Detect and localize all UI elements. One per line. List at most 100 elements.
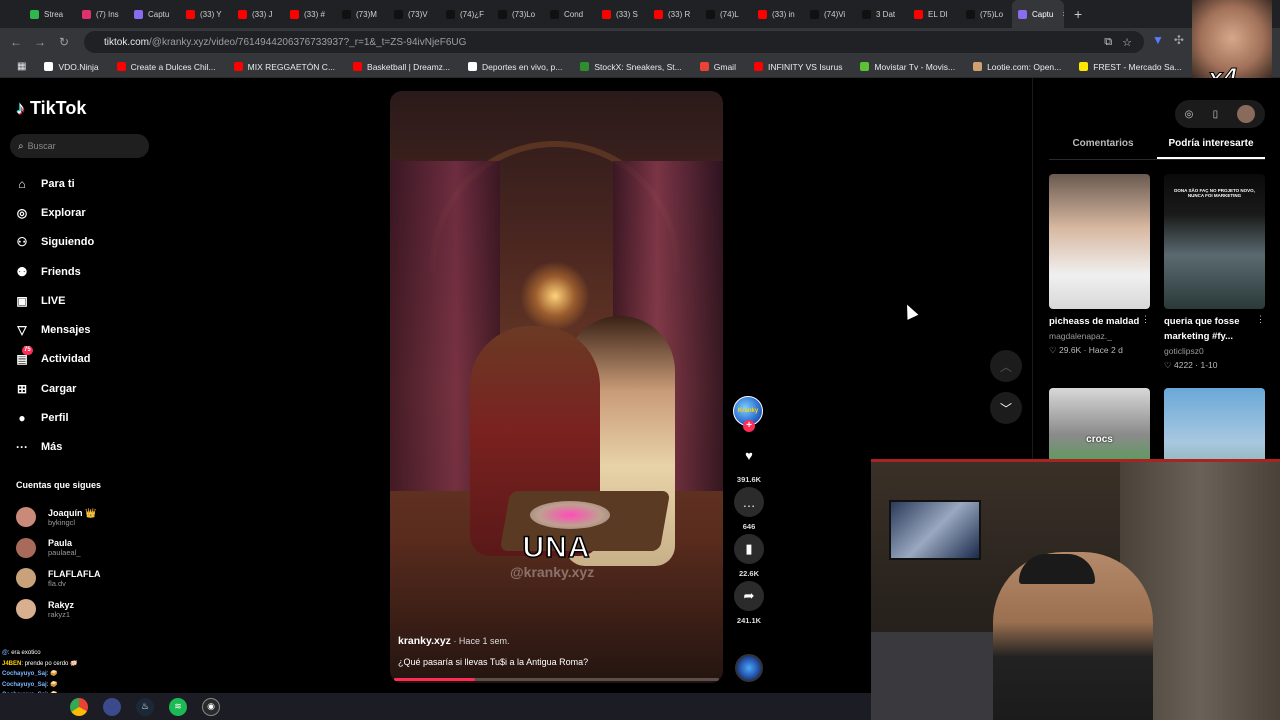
forward-icon[interactable]: → [28, 35, 52, 49]
bookmark-label: Basketball | Dreamz... [367, 61, 451, 72]
nav-item-live[interactable]: ▣ LIVE [14, 286, 94, 315]
browser-tab[interactable]: (74)L [700, 0, 752, 28]
bookmark-item[interactable]: Basketball | Dreamz... [344, 62, 459, 72]
nav-item-perfil[interactable]: ● Perfil [14, 403, 94, 432]
bookmark-item[interactable]: Lootie.com: Open... [964, 62, 1070, 72]
more-options-icon[interactable]: ⋮ [1141, 314, 1150, 325]
browser-tab[interactable]: (73)V [388, 0, 440, 28]
nav-item-siguiendo[interactable]: ⚇ Siguiendo [14, 228, 95, 257]
card-user[interactable]: goticlipsz0 [1164, 344, 1265, 358]
following-account[interactable]: Rakyz rakyz1 [16, 594, 100, 625]
obs-icon[interactable]: ◉ [202, 697, 220, 716]
bookmark-item[interactable]: Movistar Tv - Movis... [851, 62, 964, 72]
tiktok-logo[interactable]: ♪ TikTok [16, 98, 86, 119]
nav-item-explorar[interactable]: ◎ Explorar [14, 198, 94, 227]
browser-tab[interactable]: (33) Y [180, 0, 232, 28]
steam-icon[interactable]: ♨ [136, 697, 154, 716]
creator-avatar[interactable]: Kranky + [733, 396, 763, 432]
tab-comments[interactable]: Comentarios [1049, 136, 1157, 159]
browser-tab[interactable]: (33) in [752, 0, 804, 28]
bookmark-item[interactable]: StockX: Sneakers, St... [571, 62, 690, 72]
browser-tab[interactable]: (7) Ins [76, 0, 128, 28]
tab-recommended[interactable]: Podría interesarte [1157, 136, 1265, 159]
following-account[interactable]: Joaquín 👑 bykingcl [16, 502, 100, 533]
previous-video-button[interactable]: ︿ [990, 350, 1022, 382]
tab-label: (33) # [304, 9, 325, 19]
more-options-icon[interactable]: ⋮ [1256, 314, 1265, 325]
following-account[interactable]: Paula paulaeal_ [16, 533, 100, 564]
compass-icon[interactable]: ◎ [1185, 109, 1194, 120]
video-player[interactable]: UNA @kranky.xyz kranky.xyz · Hace 1 sem.… [390, 91, 723, 683]
comment-button[interactable]: … [734, 487, 764, 517]
browser-tab[interactable]: 3 Dat [856, 0, 908, 28]
follow-plus-icon[interactable]: + [743, 420, 755, 432]
card-title[interactable]: picheass de maldad [1049, 314, 1144, 329]
back-icon[interactable]: ← [4, 35, 28, 49]
save-button[interactable]: ▮ [734, 534, 764, 564]
browser-tab[interactable]: (33) R [648, 0, 700, 28]
browser-tab[interactable]: (73)M [336, 0, 388, 28]
bookmark-item[interactable]: FREST - Mercado Sa... [1070, 62, 1190, 72]
browser-toolbar: ← → ↻ tiktok.com/@kranky.xyz/video/76149… [0, 28, 1280, 56]
browser-tab[interactable]: Captu [128, 0, 180, 28]
chevron-up-icon: ︿ [999, 359, 1012, 374]
apps-grid-icon[interactable]: ▦ [8, 61, 35, 72]
recommended-video-card[interactable]: picheass de maldad ⋮ magdalenapaz._ ♡ 29.6K… [1049, 174, 1150, 388]
search-input[interactable]: ⌕ Buscar [10, 134, 149, 158]
spotify-icon[interactable]: ≋ [169, 697, 187, 716]
browser-tab[interactable]: (74)Vi [804, 0, 856, 28]
music-disc-icon[interactable] [735, 654, 763, 682]
like-button[interactable]: ♥ [734, 440, 764, 470]
recommended-video-card[interactable]: DONA SÃO FAÇ NO PROJETO NOVO, NUNCA FOI … [1164, 174, 1265, 388]
video-author[interactable]: kranky.xyz [398, 635, 451, 647]
tab-label: (33) J [252, 9, 273, 19]
extension-icon[interactable]: ▼ [1152, 33, 1164, 47]
browser-tab[interactable]: EL DI [908, 0, 960, 28]
nav-item-m-s[interactable]: ··· Más [14, 433, 94, 462]
video-thumbnail[interactable]: DONA SÃO FAÇ NO PROJETO NOVO, NUNCA FOI … [1164, 174, 1265, 309]
share-button[interactable]: ➦ [734, 581, 764, 611]
nav-item-actividad[interactable]: ▤ 75 Actividad [14, 345, 94, 374]
next-video-button[interactable]: ﹀ [990, 392, 1022, 424]
nav-item-para-ti[interactable]: ⌂ Para ti [14, 169, 94, 198]
bookmark-item[interactable]: VDO.Ninja [35, 62, 107, 72]
install-app-icon[interactable]: ⧉ [1104, 36, 1112, 49]
browser-tab-strip: Strea (7) Ins Captu (33) Y (33) J (33) # (73)M… [0, 0, 1280, 28]
browser-tab[interactable]: (73)Lo [492, 0, 544, 28]
browser-tab[interactable]: (74)¿F [440, 0, 492, 28]
browser-tab[interactable]: Strea [24, 0, 76, 28]
nav-item-cargar[interactable]: ⊞ Cargar [14, 374, 94, 403]
bookmark-item[interactable]: MIX REGGAETÓN C... [225, 62, 344, 72]
browser-tab[interactable]: Captu × [1012, 0, 1064, 28]
card-title[interactable]: queria que fosse marketing #fy... [1164, 314, 1259, 344]
browser-tab[interactable]: Cond [544, 0, 596, 28]
bookmark-item[interactable]: Create a Dulces Chil... [108, 62, 225, 72]
following-account[interactable]: FLAFLAFLA fla.dv [16, 563, 100, 594]
video-progress-bar[interactable] [394, 678, 719, 681]
following-title: Cuentas que sigues [16, 480, 102, 490]
new-tab-button[interactable]: + [1074, 6, 1082, 22]
avatar [16, 568, 36, 589]
bookmark-label: Create a Dulces Chil... [130, 61, 216, 72]
video-thumbnail[interactable] [1049, 174, 1150, 309]
nav-item-mensajes[interactable]: ▽ Mensajes [14, 315, 94, 344]
browser-tab[interactable]: (33) J [232, 0, 284, 28]
phone-icon[interactable]: ▯ [1213, 109, 1219, 120]
browser-tab[interactable]: (33) # [284, 0, 336, 28]
tab-label: (33) S [616, 9, 638, 19]
puzzle-icon[interactable]: ✣ [1174, 33, 1184, 47]
chrome-icon[interactable] [70, 697, 88, 716]
card-user[interactable]: magdalenapaz._ [1049, 329, 1150, 343]
bookmark-item[interactable]: INFINITY VS Isurus [745, 62, 851, 72]
reload-icon[interactable]: ↻ [52, 35, 76, 49]
browser-icon[interactable] [103, 697, 121, 716]
browser-tab[interactable]: (33) S [596, 0, 648, 28]
browser-tab[interactable]: (75)Lo [960, 0, 1012, 28]
bookmark-star-icon[interactable]: ☆ [1122, 36, 1132, 49]
close-tab-icon[interactable]: × [1062, 9, 1064, 19]
user-avatar[interactable] [1237, 105, 1256, 123]
bookmark-item[interactable]: Gmail [691, 62, 745, 72]
address-bar[interactable]: tiktok.com/@kranky.xyz/video/76149442063… [84, 31, 1144, 53]
bookmark-item[interactable]: Deportes en vivo, p... [459, 62, 571, 72]
nav-item-friends[interactable]: ⚉ Friends [14, 257, 94, 286]
